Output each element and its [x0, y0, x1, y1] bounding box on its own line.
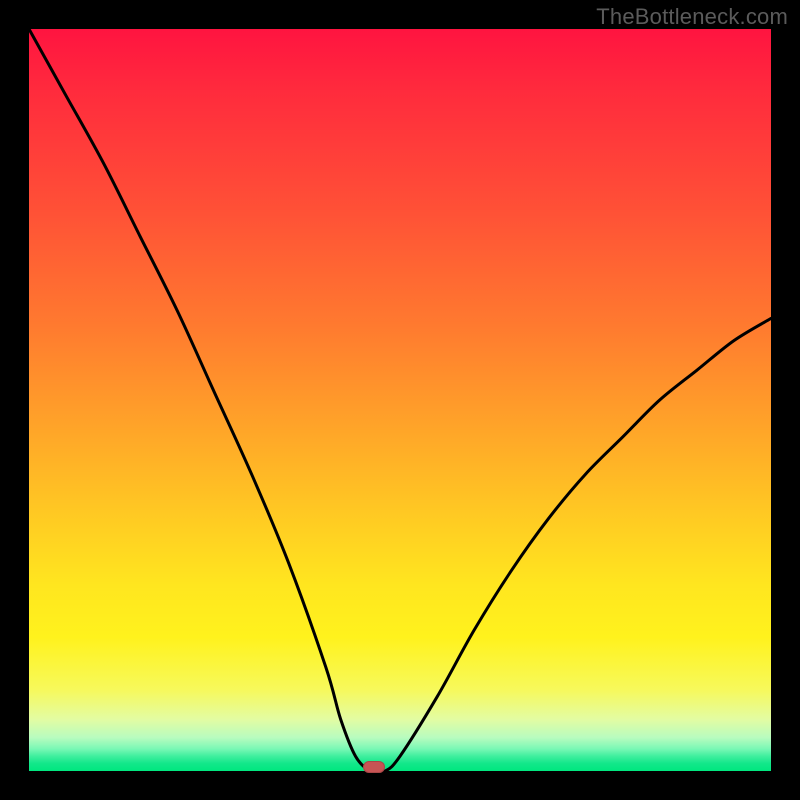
optimal-marker: [363, 761, 385, 773]
chart-frame: TheBottleneck.com: [0, 0, 800, 800]
bottleneck-curve: [29, 29, 771, 771]
watermark-text: TheBottleneck.com: [596, 4, 788, 30]
plot-area: [29, 29, 771, 771]
